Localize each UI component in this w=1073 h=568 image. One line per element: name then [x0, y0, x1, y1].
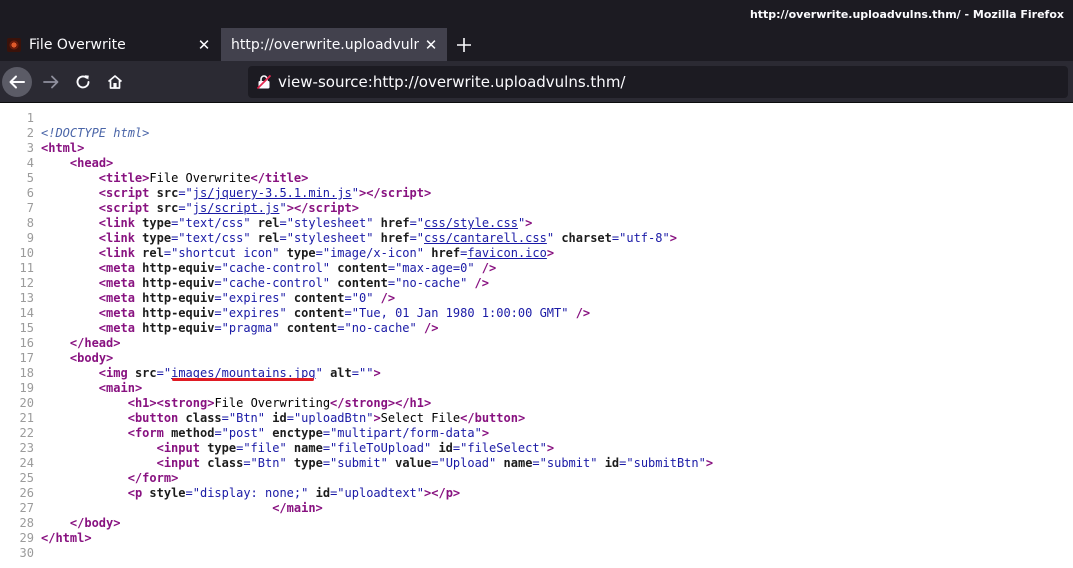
line-number: 20 — [19, 396, 34, 410]
line-number: 4 — [26, 156, 34, 170]
doctype-text: <!DOCTYPE html> — [41, 126, 150, 140]
source-line: 3 <html> — [0, 141, 1073, 156]
source-line: 5 <title>File Overwrite</title> — [0, 171, 1073, 186]
line-number: 6 — [26, 186, 34, 200]
source-line: 15 <meta http-equiv="pragma" content="no… — [0, 321, 1073, 336]
forward-arrow-icon — [43, 75, 59, 89]
source-line: 29 </html> — [0, 531, 1073, 546]
source-link[interactable]: css/cantarell.css — [424, 231, 547, 245]
source-line: 25 </form> — [0, 471, 1073, 486]
source-link[interactable]: favicon.ico — [467, 246, 546, 260]
home-icon — [107, 75, 123, 89]
nav-toolbar: view-source:http://overwrite.uploadvulns… — [0, 61, 1073, 103]
reload-button[interactable] — [68, 67, 98, 97]
source-line: 8 <link type="text/css" rel="stylesheet"… — [0, 216, 1073, 231]
line-number: 16 — [19, 336, 34, 350]
tab-strip: File Overwrite ✕ http://overwrite.upload… — [0, 28, 1073, 61]
source-line: 1 — [0, 111, 1073, 126]
line-number: 30 — [19, 546, 34, 560]
line-number: 25 — [19, 471, 34, 485]
source-line: 21 <button class="Btn" id="uploadBtn">Se… — [0, 411, 1073, 426]
source-line: 22 <form method="post" enctype="multipar… — [0, 426, 1073, 441]
new-tab-button[interactable] — [452, 28, 476, 61]
line-number: 1 — [26, 111, 34, 125]
source-line: 26 <p style="display: none;" id="uploadt… — [0, 486, 1073, 501]
source-line: 24 <input class="Btn" type="submit" valu… — [0, 456, 1073, 471]
line-number: 11 — [19, 261, 34, 275]
line-number: 26 — [19, 486, 34, 500]
site-favicon-icon — [7, 37, 21, 52]
source-line: 7 <script src="js/script.js"></script> — [0, 201, 1073, 216]
source-line: 19 <main> — [0, 381, 1073, 396]
source-link[interactable]: js/jquery-3.5.1.min.js — [193, 186, 352, 200]
view-source-content: 1 2 <!DOCTYPE html> 3 <html> 4 <head> 5 <t… — [0, 103, 1073, 568]
source-line: 4 <head> — [0, 156, 1073, 171]
source-line: 27 </main> — [0, 501, 1073, 516]
line-number: 22 — [19, 426, 34, 440]
tab-label: File Overwrite — [29, 36, 126, 53]
line-number: 15 — [19, 321, 34, 335]
home-button[interactable] — [100, 67, 130, 97]
source-line: 17 <body> — [0, 351, 1073, 366]
line-number: 10 — [19, 246, 34, 260]
source-line: 18 <img src="images/mountains.jpg" alt="… — [0, 366, 1073, 381]
source-line: 11 <meta http-equiv="cache-control" cont… — [0, 261, 1073, 276]
back-button[interactable] — [2, 67, 32, 97]
line-number: 3 — [26, 141, 34, 155]
line-number: 17 — [19, 351, 34, 365]
source-line: 30 — [0, 546, 1073, 561]
tab-file-overwrite[interactable]: File Overwrite ✕ — [0, 28, 220, 61]
line-number: 13 — [19, 291, 34, 305]
source-line: 13 <meta http-equiv="expires" content="0… — [0, 291, 1073, 306]
reload-icon — [76, 75, 90, 89]
tab-view-source[interactable]: http://overwrite.uploadvulns.thm/ ✕ — [221, 28, 447, 61]
window-title: http://overwrite.uploadvulns.thm/ - Mozi… — [749, 7, 1064, 21]
close-icon[interactable]: ✕ — [419, 36, 443, 54]
source-line: 14 <meta http-equiv="expires" content="T… — [0, 306, 1073, 321]
line-number: 8 — [26, 216, 34, 230]
close-icon[interactable]: ✕ — [192, 36, 216, 54]
window-titlebar: http://overwrite.uploadvulns.thm/ - Mozi… — [0, 0, 1073, 28]
source-line: 6 <script src="js/jquery-3.5.1.min.js"><… — [0, 186, 1073, 201]
line-number: 12 — [19, 276, 34, 290]
source-line: 20 <h1><strong>File Overwriting</strong>… — [0, 396, 1073, 411]
line-number: 19 — [19, 381, 34, 395]
annotation-underline — [172, 378, 314, 381]
source-line: 12 <meta http-equiv="cache-control" cont… — [0, 276, 1073, 291]
line-number: 21 — [19, 411, 34, 425]
line-number: 2 — [26, 126, 34, 140]
line-number: 28 — [19, 516, 34, 530]
source-line: 16 </head> — [0, 336, 1073, 351]
line-number: 14 — [19, 306, 34, 320]
back-arrow-icon — [9, 75, 25, 89]
line-number: 23 — [19, 441, 34, 455]
line-number: 5 — [26, 171, 34, 185]
source-line: 10 <link rel="shortcut icon" type="image… — [0, 246, 1073, 261]
source-line: 23 <input type="file" name="fileToUpload… — [0, 441, 1073, 456]
line-number: 29 — [19, 531, 34, 545]
url-bar[interactable]: view-source:http://overwrite.uploadvulns… — [248, 66, 1068, 98]
tab-label: http://overwrite.uploadvulns.thm/ — [231, 36, 419, 53]
source-line: 2 <!DOCTYPE html> — [0, 126, 1073, 141]
plus-icon — [457, 37, 471, 52]
line-number: 27 — [19, 501, 34, 515]
line-number: 9 — [26, 231, 34, 245]
line-number: 18 — [19, 366, 34, 380]
url-text[interactable]: view-source:http://overwrite.uploadvulns… — [278, 73, 625, 91]
insecure-lock-icon[interactable] — [256, 74, 272, 90]
source-link[interactable]: js/script.js — [193, 201, 280, 215]
source-link[interactable]: css/style.css — [424, 216, 518, 230]
forward-button[interactable] — [36, 67, 66, 97]
source-line: 28 </body> — [0, 516, 1073, 531]
line-number: 7 — [26, 201, 34, 215]
source-line: 9 <link type="text/css" rel="stylesheet"… — [0, 231, 1073, 246]
line-number: 24 — [19, 456, 34, 470]
